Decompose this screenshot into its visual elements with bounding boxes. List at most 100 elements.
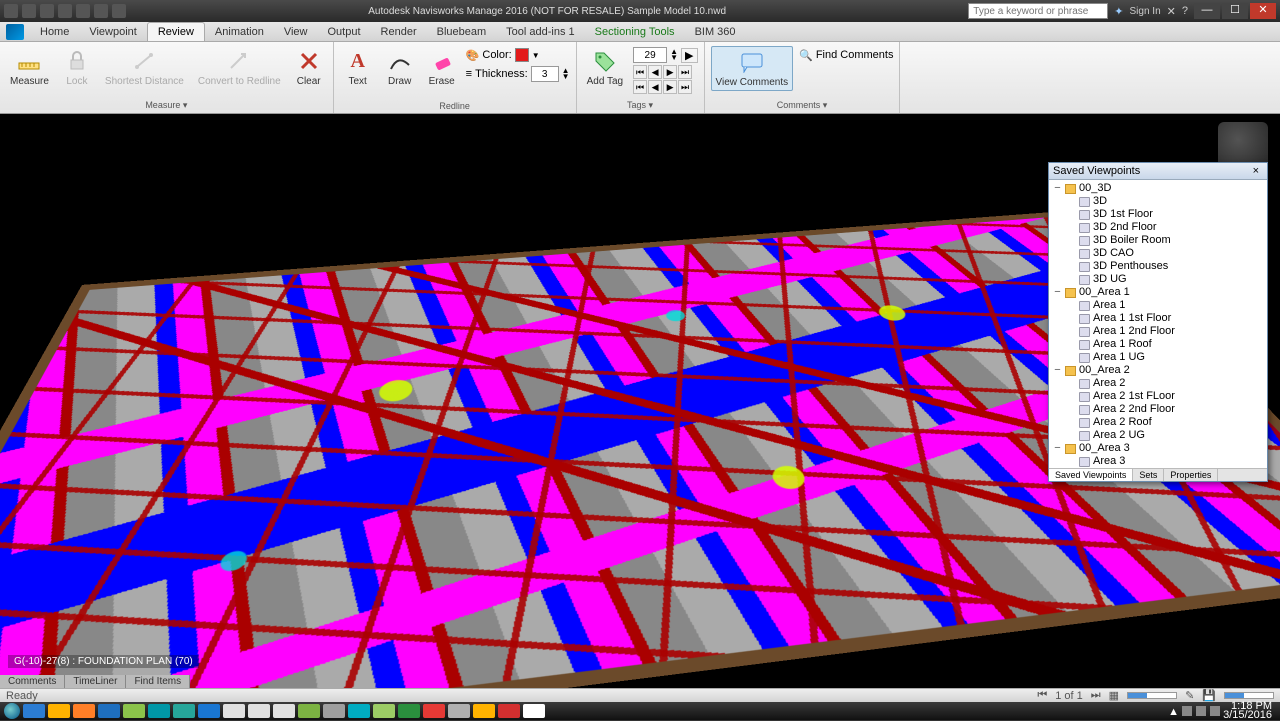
qat-print-icon[interactable] <box>58 4 72 18</box>
draw-button[interactable]: Draw <box>382 46 418 89</box>
tag-first2-icon[interactable]: ⏮ <box>633 80 647 94</box>
taskbar-app-icon[interactable] <box>198 704 220 718</box>
erase-button[interactable]: Erase <box>424 46 460 89</box>
tab-bluebeam[interactable]: Bluebeam <box>427 23 497 41</box>
tree-node[interactable]: Area 2 1st FLoor <box>1053 390 1263 403</box>
tree-node[interactable]: Area 2 UG <box>1053 429 1263 442</box>
pencil-icon[interactable]: ✎ <box>1185 689 1194 702</box>
tree-node[interactable]: Area 2 2nd Floor <box>1053 403 1263 416</box>
infocenter-icon[interactable]: ✦ <box>1114 5 1123 18</box>
tag-last2-icon[interactable]: ⏭ <box>678 80 692 94</box>
system-tray[interactable]: ▲ <box>1168 706 1220 716</box>
taskbar-app-icon[interactable] <box>223 704 245 718</box>
tree-node[interactable]: Area 2 Roof <box>1053 416 1263 429</box>
qat-open-icon[interactable] <box>22 4 36 18</box>
qat-undo-icon[interactable] <box>76 4 90 18</box>
panel-close-icon[interactable]: × <box>1249 165 1263 177</box>
tree-node[interactable]: Area 2 <box>1053 377 1263 390</box>
tree-node[interactable]: −00_Area 1 <box>1053 286 1263 299</box>
taskbar-app-icon[interactable] <box>398 704 420 718</box>
taskbar-app-icon[interactable] <box>448 704 470 718</box>
tree-node[interactable]: Area 1 <box>1053 299 1263 312</box>
tree-node[interactable]: −00_Area 2 <box>1053 364 1263 377</box>
tag-next2-icon[interactable]: ▶ <box>663 80 677 94</box>
tree-node[interactable]: Area 3 <box>1053 455 1263 468</box>
qat-redo-icon[interactable] <box>94 4 108 18</box>
color-row[interactable]: 🎨 Color: ▼ <box>466 46 570 64</box>
color-swatch[interactable] <box>515 48 529 62</box>
tag-first-icon[interactable]: ⏮ <box>633 65 647 79</box>
panel-tab-properties[interactable]: Properties <box>1164 469 1218 481</box>
taskbar-app-icon[interactable] <box>473 704 495 718</box>
tree-node[interactable]: Area 1 UG <box>1053 351 1263 364</box>
tag-number-input[interactable] <box>633 47 667 63</box>
text-button[interactable]: A Text <box>340 46 376 89</box>
sign-in-link[interactable]: Sign In <box>1130 6 1161 17</box>
docked-tab-timeliner[interactable]: TimeLiner <box>65 675 126 688</box>
panel-titlebar[interactable]: Saved Viewpoints × <box>1049 163 1267 180</box>
tab-bim-360[interactable]: BIM 360 <box>685 23 746 41</box>
tree-node[interactable]: 3D Penthouses <box>1053 260 1263 273</box>
clear-button[interactable]: Clear <box>291 46 327 89</box>
tree-node[interactable]: Area 1 2nd Floor <box>1053 325 1263 338</box>
find-comments-button[interactable]: 🔍 Find Comments <box>799 46 893 64</box>
convert-redline-button[interactable]: Convert to Redline <box>194 46 285 89</box>
sheet-nav-first-icon[interactable]: ⏮ <box>1037 689 1047 702</box>
tray-volume-icon[interactable] <box>1196 706 1206 716</box>
dropdown-icon[interactable]: ▼ <box>532 51 540 60</box>
measure-button[interactable]: Measure <box>6 46 53 89</box>
qat-select-icon[interactable] <box>112 4 126 18</box>
exchange-icon[interactable]: ✕ <box>1167 5 1176 18</box>
tab-home[interactable]: Home <box>30 23 79 41</box>
minimize-button[interactable]: — <box>1194 3 1220 19</box>
taskbar-app-icon[interactable] <box>498 704 520 718</box>
viewpoints-tree[interactable]: −00_3D3D3D 1st Floor3D 2nd Floor3D Boile… <box>1049 180 1267 468</box>
shortest-distance-button[interactable]: Shortest Distance <box>101 46 188 89</box>
view-comments-button[interactable]: View Comments <box>711 46 794 91</box>
thickness-input[interactable] <box>531 66 559 82</box>
tab-review[interactable]: Review <box>147 22 205 41</box>
taskbar-app-icon[interactable] <box>98 704 120 718</box>
panel-tab-sets[interactable]: Sets <box>1133 469 1164 481</box>
taskbar-app-icon[interactable] <box>23 704 45 718</box>
taskbar-app-icon[interactable] <box>148 704 170 718</box>
start-button[interactable] <box>4 703 20 719</box>
taskbar-app-icon[interactable] <box>423 704 445 718</box>
thickness-row[interactable]: ≡ Thickness: ▲▼ <box>466 65 570 83</box>
tab-tool-add-ins-1[interactable]: Tool add-ins 1 <box>496 23 585 41</box>
tag-prev2-icon[interactable]: ◀ <box>648 80 662 94</box>
panel-tab-saved-viewpoints[interactable]: Saved Viewpoints <box>1049 469 1133 481</box>
tag-prev-icon[interactable]: ◀ <box>648 65 662 79</box>
taskbar-app-icon[interactable] <box>248 704 270 718</box>
tab-render[interactable]: Render <box>371 23 427 41</box>
taskbar-app-icon[interactable] <box>348 704 370 718</box>
tab-sectioning-tools[interactable]: Sectioning Tools <box>585 23 685 41</box>
tray-network-icon[interactable] <box>1210 706 1220 716</box>
tree-node[interactable]: Area 1 Roof <box>1053 338 1263 351</box>
tree-node[interactable]: Area 1 1st Floor <box>1053 312 1263 325</box>
tree-node[interactable]: 3D Boiler Room <box>1053 234 1263 247</box>
taskbar-app-icon[interactable] <box>123 704 145 718</box>
tag-next-icon[interactable]: ▶ <box>663 65 677 79</box>
help-search-input[interactable] <box>968 3 1108 19</box>
taskbar-clock[interactable]: 1:18 PM 3/15/2016 <box>1223 702 1276 720</box>
add-tag-button[interactable]: Add Tag <box>583 46 628 89</box>
app-menu-button[interactable] <box>6 24 24 40</box>
tab-viewpoint[interactable]: Viewpoint <box>79 23 147 41</box>
qat-save-icon[interactable] <box>40 4 54 18</box>
help-icon[interactable]: ? <box>1182 5 1188 17</box>
taskbar-app-icon[interactable] <box>48 704 70 718</box>
tab-view[interactable]: View <box>274 23 318 41</box>
taskbar-app-icon[interactable] <box>323 704 345 718</box>
lock-button[interactable]: Lock <box>59 46 95 89</box>
docked-tab-find-items[interactable]: Find Items <box>126 675 190 688</box>
sheet-nav-last-icon[interactable]: ⏭ <box>1091 689 1101 702</box>
close-button[interactable]: ✕ <box>1250 3 1276 19</box>
tab-animation[interactable]: Animation <box>205 23 274 41</box>
tree-node[interactable]: −00_3D <box>1053 182 1263 195</box>
tree-node[interactable]: 3D 2nd Floor <box>1053 221 1263 234</box>
tree-node[interactable]: 3D CAO <box>1053 247 1263 260</box>
tray-flag-icon[interactable] <box>1182 706 1192 716</box>
sheet-browser-icon[interactable]: ▦ <box>1109 689 1119 702</box>
tree-node[interactable]: −00_Area 3 <box>1053 442 1263 455</box>
